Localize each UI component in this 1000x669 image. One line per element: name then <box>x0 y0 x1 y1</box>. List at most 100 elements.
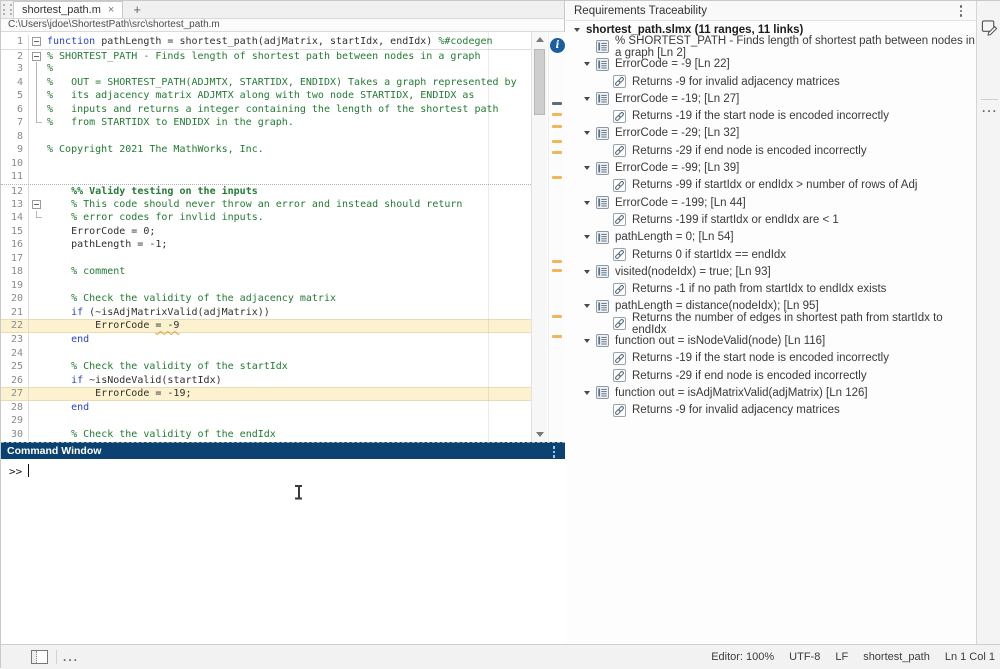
code-editor[interactable]: 1function pathLength = shortest_path(adj… <box>1 32 565 442</box>
code-line[interactable]: 7% from STARTIDX to ENDIDX in the graph. <box>1 116 531 130</box>
code-area[interactable]: 1function pathLength = shortest_path(adj… <box>1 32 531 442</box>
editor-vertical-scrollbar[interactable] <box>531 32 547 442</box>
requirement-label: ErrorCode = -9 [Ln 22] <box>615 58 730 70</box>
chevron-down-icon[interactable] <box>584 270 590 274</box>
requirement-range-row[interactable]: ErrorCode = -199; [Ln 44] <box>566 194 976 211</box>
indicator-mark[interactable] <box>552 151 562 154</box>
requirement-label: pathLength = 0; [Ln 54] <box>615 231 734 243</box>
code-fold-icon[interactable] <box>29 35 47 49</box>
code-line[interactable]: 12 %% Validy testing on the inputs <box>1 184 531 198</box>
link-icon <box>613 213 626 226</box>
requirement-link-row[interactable]: Returns -29 if end node is encoded incor… <box>566 367 976 384</box>
code-line[interactable]: 23 end <box>1 333 531 347</box>
fold-column <box>29 89 47 103</box>
code-line[interactable]: 2% SHORTEST_PATH - Finds length of short… <box>1 49 531 63</box>
new-tab-button[interactable]: + <box>123 1 151 18</box>
chevron-down-icon[interactable] <box>584 201 590 205</box>
requirement-label: Returns -29 if end node is encoded incor… <box>632 370 867 382</box>
strip-more-icon[interactable]: ... <box>982 105 998 111</box>
statusbar-more-icon[interactable]: ... <box>63 654 79 660</box>
requirement-range-row[interactable]: % SHORTEST_PATH - Finds length of shorte… <box>566 38 976 55</box>
code-line[interactable]: 6% inputs and returns a integer containi… <box>1 103 531 117</box>
document-bar-grip[interactable] <box>3 4 12 15</box>
panel-layout-icon[interactable] <box>31 650 48 664</box>
indicator-mark[interactable] <box>552 315 562 318</box>
code-line[interactable]: 25 % Check the validity of the startIdx <box>1 360 531 374</box>
text-width-ruler <box>488 32 489 442</box>
chevron-down-icon[interactable] <box>584 235 590 239</box>
code-line[interactable]: 3% <box>1 62 531 76</box>
code-line[interactable]: 28 end <box>1 401 531 415</box>
requirement-range-row[interactable]: ErrorCode = -19; [Ln 27] <box>566 90 976 107</box>
indicator-mark[interactable] <box>552 260 562 263</box>
chevron-down-icon[interactable] <box>584 166 590 170</box>
info-icon[interactable]: i <box>550 38 565 53</box>
code-line[interactable]: 29 <box>1 414 531 428</box>
command-window-header[interactable]: Command Window <box>1 442 565 459</box>
code-line[interactable]: 11 <box>1 170 531 184</box>
command-window[interactable]: >> <box>1 459 565 644</box>
code-line[interactable]: 30 % Check the validity of the endIdx <box>1 428 531 442</box>
requirement-link-row[interactable]: Returns -19 if the start node is encoded… <box>566 350 976 367</box>
code-line[interactable]: 8 <box>1 130 531 144</box>
code-line[interactable]: 21 if (~isAdjMatrixValid(adjMatrix)) <box>1 306 531 320</box>
requirement-range-row[interactable]: function out = isAdjMatrixValid(adjMatri… <box>566 384 976 401</box>
code-line[interactable]: 22 ErrorCode = -9 <box>1 319 531 333</box>
chevron-down-icon[interactable] <box>584 391 590 395</box>
indicator-mark[interactable] <box>552 113 562 116</box>
code-fold-icon[interactable] <box>29 198 47 212</box>
requirement-link-row[interactable]: Returns -1 if no path from startIdx to e… <box>566 280 976 297</box>
requirement-range-row[interactable]: ErrorCode = -29; [Ln 32] <box>566 125 976 142</box>
code-range-icon <box>596 40 609 53</box>
chevron-down-icon[interactable] <box>584 339 590 343</box>
chevron-down-icon[interactable] <box>584 62 590 66</box>
code-line[interactable]: 4% OUT = SHORTEST_PATH(ADJMTX, STARTIDX,… <box>1 76 531 90</box>
status-bar: ... Editor: 100%UTF-8LFshortest_pathLn 1… <box>1 644 1000 669</box>
requirement-link-row[interactable]: Returns -199 if startIdx or endIdx are <… <box>566 211 976 228</box>
indicator-mark[interactable] <box>552 335 562 338</box>
requirement-link-row[interactable]: Returns -29 if end node is encoded incor… <box>566 142 976 159</box>
code-line[interactable]: 9% Copyright 2021 The MathWorks, Inc. <box>1 143 531 157</box>
requirement-link-row[interactable]: Returns -19 if the start node is encoded… <box>566 107 976 124</box>
command-window-menu-icon[interactable] <box>553 446 556 458</box>
requirement-link-row[interactable]: Returns the number of edges in shortest … <box>566 315 976 332</box>
scrollbar-down-arrow-icon[interactable] <box>536 432 544 437</box>
requirement-range-row[interactable]: pathLength = 0; [Ln 54] <box>566 229 976 246</box>
code-line[interactable]: 16 pathLength = -1; <box>1 238 531 252</box>
tab-shortest-path[interactable]: shortest_path.m × <box>13 1 123 18</box>
indicator-mark[interactable] <box>552 125 562 128</box>
code-line[interactable]: 14 % error codes for invlid inputs. <box>1 211 531 225</box>
chevron-down-icon[interactable] <box>584 97 590 101</box>
code-line[interactable]: 5% its adjacency matrix ADJMTX along wit… <box>1 89 531 103</box>
indicator-mark[interactable] <box>552 140 562 143</box>
code-line[interactable]: 10 <box>1 157 531 171</box>
scrollbar-up-arrow-icon[interactable] <box>536 37 544 42</box>
code-line[interactable]: 24 <box>1 347 531 361</box>
chevron-down-icon[interactable] <box>584 304 590 308</box>
requirement-link-row[interactable]: Returns -99 if startIdx or endIdx > numb… <box>566 177 976 194</box>
code-line[interactable]: 13 % This code should never throw an err… <box>1 198 531 212</box>
requirement-link-row[interactable]: Returns -9 for invalid adjacency matrice… <box>566 402 976 419</box>
scrollbar-thumb[interactable] <box>534 49 545 115</box>
code-line[interactable]: 26 if ~isNodeValid(startIdx) <box>1 374 531 388</box>
code-line[interactable]: 15 ErrorCode = 0; <box>1 225 531 239</box>
requirement-link-row[interactable]: Returns 0 if startIdx == endIdx <box>566 246 976 263</box>
chevron-down-icon[interactable] <box>574 28 580 32</box>
annotation-pen-icon[interactable] <box>981 18 998 38</box>
chevron-down-icon[interactable] <box>584 131 590 135</box>
requirement-link-row[interactable]: Returns -9 for invalid adjacency matrice… <box>566 73 976 90</box>
code-line[interactable]: 17 <box>1 252 531 266</box>
code-line[interactable]: 27 ErrorCode = -19; <box>1 387 531 401</box>
tab-close-icon[interactable]: × <box>108 5 114 16</box>
indicator-mark[interactable] <box>552 176 562 179</box>
requirement-range-row[interactable]: visited(nodeIdx) = true; [Ln 93] <box>566 263 976 280</box>
code-line[interactable]: 19 <box>1 279 531 293</box>
code-fold-icon[interactable] <box>29 50 47 63</box>
indicator-mark[interactable] <box>552 269 562 272</box>
code-line[interactable]: 1function pathLength = shortest_path(adj… <box>1 35 531 49</box>
code-line[interactable]: 18 % comment <box>1 265 531 279</box>
indicator-mark[interactable] <box>552 102 562 105</box>
requirement-range-row[interactable]: ErrorCode = -99; [Ln 39] <box>566 159 976 176</box>
requirements-menu-icon[interactable] <box>960 5 963 17</box>
code-line[interactable]: 20 % Check the validity of the adjacency… <box>1 292 531 306</box>
